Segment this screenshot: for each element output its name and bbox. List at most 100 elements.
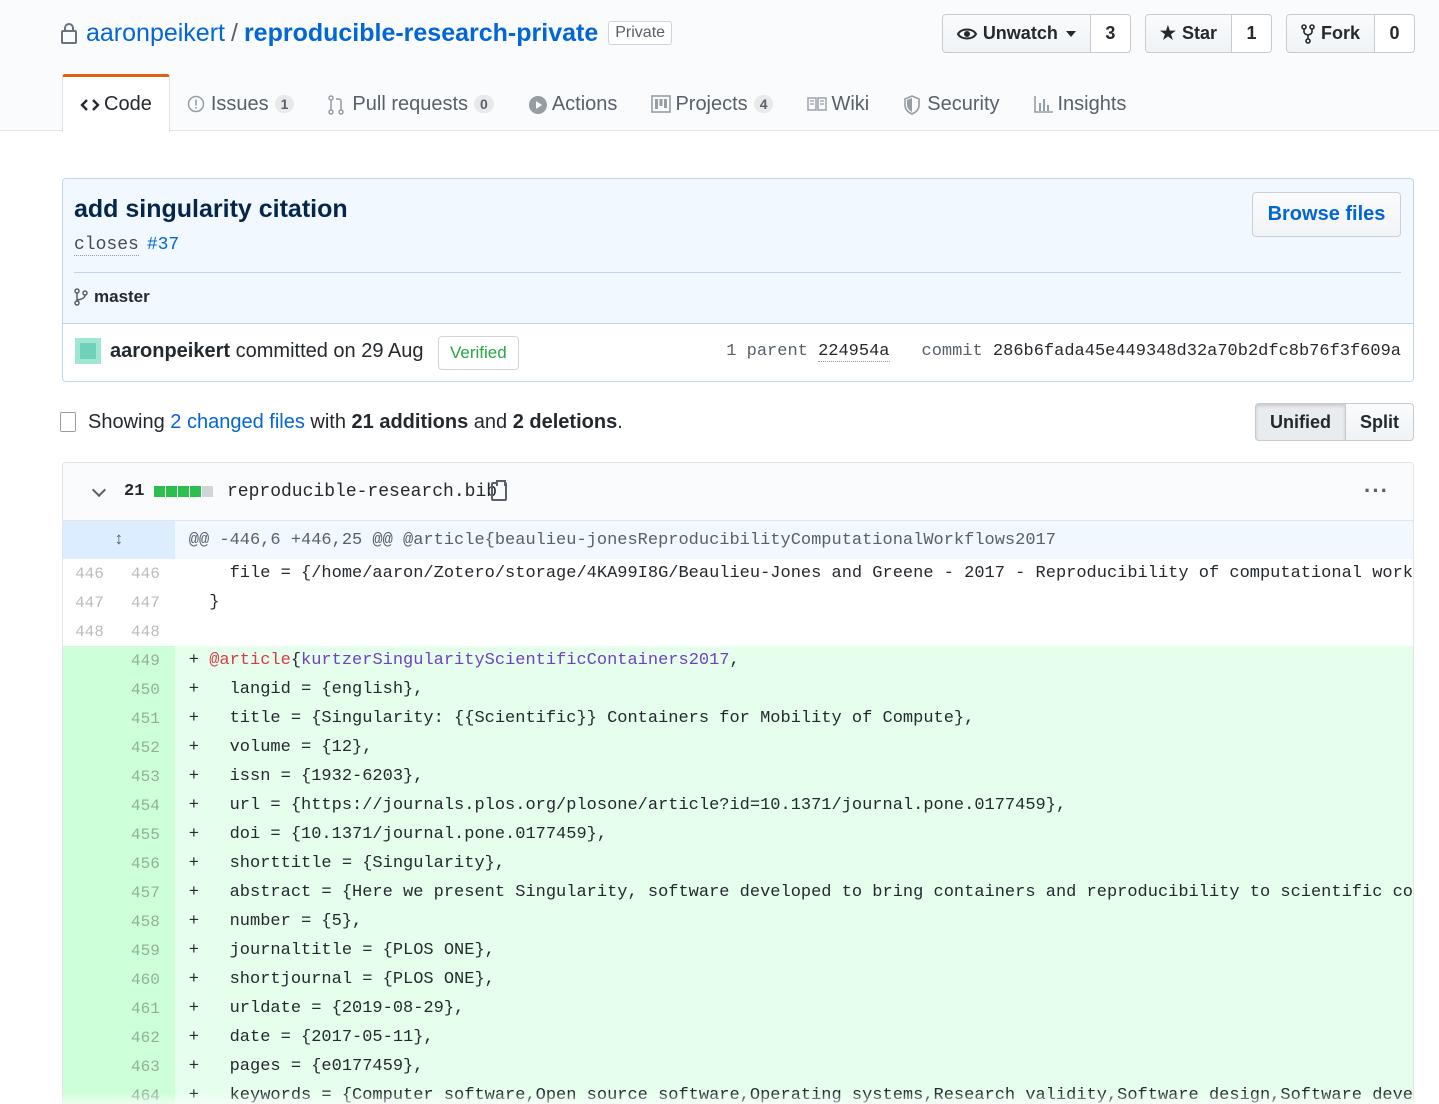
unfold-icon[interactable]: ↕ <box>63 521 175 559</box>
code-line: + shortjournal = {PLOS ONE}, <box>174 965 1413 994</box>
tab-projects[interactable]: Projects 4 <box>634 74 790 131</box>
bottom-fade <box>0 1092 1439 1104</box>
added-line: 455 + doi = {10.1371/journal.pone.0177459… <box>63 820 1413 849</box>
tab-actions[interactable]: Actions <box>511 74 635 131</box>
old-line-number[interactable] <box>63 907 119 936</box>
repo-nav: Code Issues 1 Pull requests 0 Actions Projects… <box>62 74 1144 132</box>
kebab-horizontal-icon[interactable]: ··· <box>1364 478 1389 504</box>
code-line: + issn = {1932-6203}, <box>174 762 1413 791</box>
additions-count: 21 additions <box>351 410 469 433</box>
context-line: 447 447 } <box>63 588 1413 617</box>
repo-owner-link[interactable]: aaronpeikert <box>86 19 225 48</box>
changed-files-link[interactable]: 2 changed files <box>170 411 305 434</box>
commit-label: commit <box>921 342 983 361</box>
added-line: 463 + pages = {e0177459}, <box>63 1052 1413 1081</box>
star-button[interactable]: ★ Star <box>1144 14 1232 53</box>
verified-badge[interactable]: Verified <box>438 336 519 370</box>
split-button[interactable]: Split <box>1346 403 1414 441</box>
tab-security[interactable]: Security <box>886 74 1016 131</box>
shield-icon <box>903 95 921 115</box>
tab-code[interactable]: Code <box>62 74 170 132</box>
old-line-number[interactable] <box>63 1023 119 1052</box>
tab-pull-requests[interactable]: Pull requests 0 <box>311 74 510 131</box>
unwatch-button[interactable]: Unwatch <box>941 14 1091 53</box>
code-token-fn: kurtzerSingularityScientificContainers20… <box>301 651 730 670</box>
new-line-number[interactable]: 457 <box>118 878 175 907</box>
author-link[interactable]: aaronpeikert <box>110 340 230 362</box>
old-line-number[interactable] <box>63 849 119 878</box>
watch-count[interactable]: 3 <box>1090 14 1131 53</box>
star-count[interactable]: 1 <box>1231 14 1272 53</box>
new-line-number[interactable]: 450 <box>118 675 175 704</box>
code-line: + doi = {10.1371/journal.pone.0177459}, <box>174 820 1413 849</box>
new-line-number[interactable]: 463 <box>118 1052 175 1081</box>
new-line-number[interactable]: 461 <box>118 994 175 1023</box>
avatar[interactable] <box>75 338 101 364</box>
old-line-number[interactable] <box>63 994 119 1023</box>
new-line-number[interactable]: 449 <box>118 646 175 675</box>
new-line-number[interactable]: 458 <box>118 907 175 936</box>
new-line-number[interactable]: 455 <box>118 820 175 849</box>
and-text: and <box>473 410 508 433</box>
code-line: file = {/home/aaron/Zotero/storage/4KA99… <box>188 564 1413 583</box>
fork-button[interactable]: Fork <box>1285 14 1375 53</box>
parent-sha-link[interactable]: 224954a <box>818 342 890 362</box>
context-line: 446 446 file = {/home/aaron/Zotero/storag… <box>63 559 1413 588</box>
new-line-number[interactable]: 459 <box>118 936 175 965</box>
new-line-number[interactable]: 451 <box>118 704 175 733</box>
new-line-number[interactable]: 456 <box>118 849 175 878</box>
old-line-number[interactable]: 448 <box>63 617 119 646</box>
tab-insights[interactable]: Insights <box>1017 74 1144 131</box>
issue-link[interactable]: #37 <box>147 235 179 255</box>
old-line-number[interactable] <box>63 791 119 820</box>
added-line: 456 + shorttitle = {Singularity}, <box>63 849 1413 878</box>
tab-issues[interactable]: Issues 1 <box>170 74 312 131</box>
new-line-number[interactable]: 446 <box>119 559 175 588</box>
code-line: + number = {5}, <box>174 907 1413 936</box>
old-line-number[interactable] <box>63 646 119 675</box>
file-diff-icon <box>60 412 76 432</box>
fork-count[interactable]: 0 <box>1375 14 1415 53</box>
code-line: + pages = {e0177459}, <box>174 1052 1413 1081</box>
diffstat-block-add <box>166 486 178 497</box>
old-line-number[interactable] <box>63 878 119 907</box>
unified-button[interactable]: Unified <box>1255 403 1346 441</box>
file-path[interactable]: reproducible-research.bib <box>227 482 497 502</box>
chevron-down-icon[interactable] <box>91 482 107 498</box>
branch-info: master <box>74 287 150 307</box>
old-line-number[interactable] <box>63 820 119 849</box>
old-line-number[interactable] <box>63 936 119 965</box>
old-line-number[interactable] <box>63 965 119 994</box>
repo-actions: Unwatch 3 ★ Star 1 Fork 0 <box>941 14 1415 53</box>
book-icon <box>807 95 828 113</box>
parent-label: 1 parent <box>726 342 808 361</box>
new-line-number[interactable]: 447 <box>119 588 175 617</box>
added-line: 459 + journaltitle = {PLOS ONE}, <box>63 936 1413 965</box>
tab-label: Insights <box>1057 92 1127 115</box>
clippy-icon[interactable] <box>491 480 507 501</box>
old-line-number[interactable]: 447 <box>63 588 119 617</box>
old-line-number[interactable]: 446 <box>63 559 119 588</box>
branch-name[interactable]: master <box>94 287 150 307</box>
diffstat-blocks <box>154 486 214 497</box>
new-line-number[interactable]: 460 <box>118 965 175 994</box>
tab-label: Projects <box>675 92 748 115</box>
old-line-number[interactable] <box>63 704 119 733</box>
new-line-number[interactable]: 454 <box>118 791 175 820</box>
code-line <box>175 617 1413 646</box>
repo-name-link[interactable]: reproducible-research-private <box>244 19 598 48</box>
new-line-number[interactable]: 462 <box>118 1023 175 1052</box>
new-line-number[interactable]: 452 <box>118 733 175 762</box>
old-line-number[interactable] <box>63 1052 119 1081</box>
tab-wiki[interactable]: Wiki <box>790 74 886 131</box>
old-line-number[interactable] <box>63 675 119 704</box>
new-line-number[interactable]: 448 <box>119 617 175 646</box>
browse-files-button[interactable]: Browse files <box>1252 192 1401 237</box>
code-line: + urldate = {2019-08-29}, <box>174 994 1413 1023</box>
code-token-rest: , <box>729 651 740 670</box>
code-line: + url = {https://journals.plos.org/ploso… <box>174 791 1413 820</box>
lock-icon <box>60 22 78 44</box>
old-line-number[interactable] <box>63 762 119 791</box>
new-line-number[interactable]: 453 <box>118 762 175 791</box>
old-line-number[interactable] <box>63 733 119 762</box>
